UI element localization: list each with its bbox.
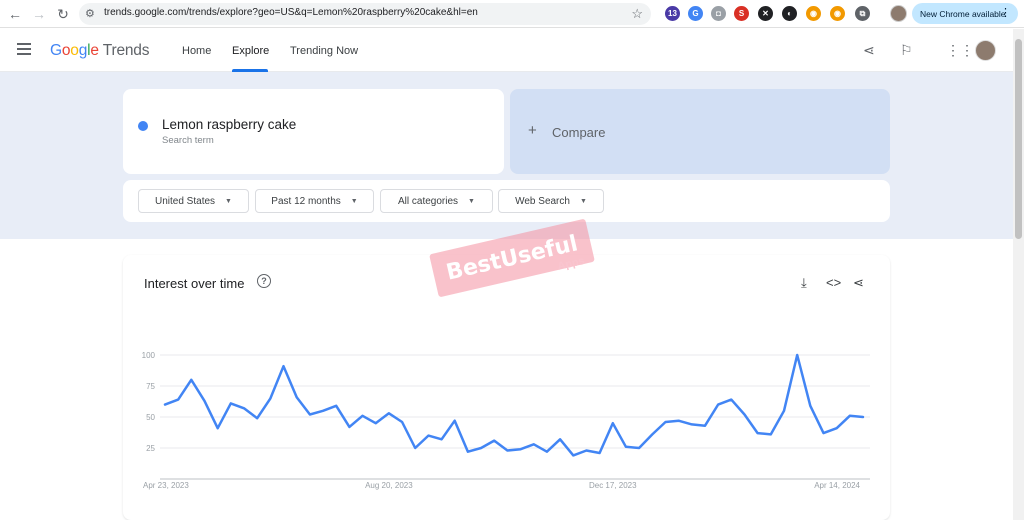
- y-tick-label: 50: [146, 413, 155, 422]
- x-tick-label: Aug 20, 2023: [365, 481, 413, 490]
- y-tick-label: 75: [146, 382, 155, 391]
- page-scrollbar[interactable]: [1013, 29, 1024, 520]
- y-tick-label: 25: [146, 444, 155, 453]
- x-tick-label: Apr 23, 2023: [143, 481, 189, 490]
- scrollbar-thumb[interactable]: [1015, 39, 1022, 239]
- x-tick-label: Apr 14, 2024: [814, 481, 860, 490]
- y-tick-label: 100: [142, 351, 156, 360]
- series-line: [163, 353, 865, 457]
- x-tick-label: Dec 17, 2023: [589, 481, 637, 490]
